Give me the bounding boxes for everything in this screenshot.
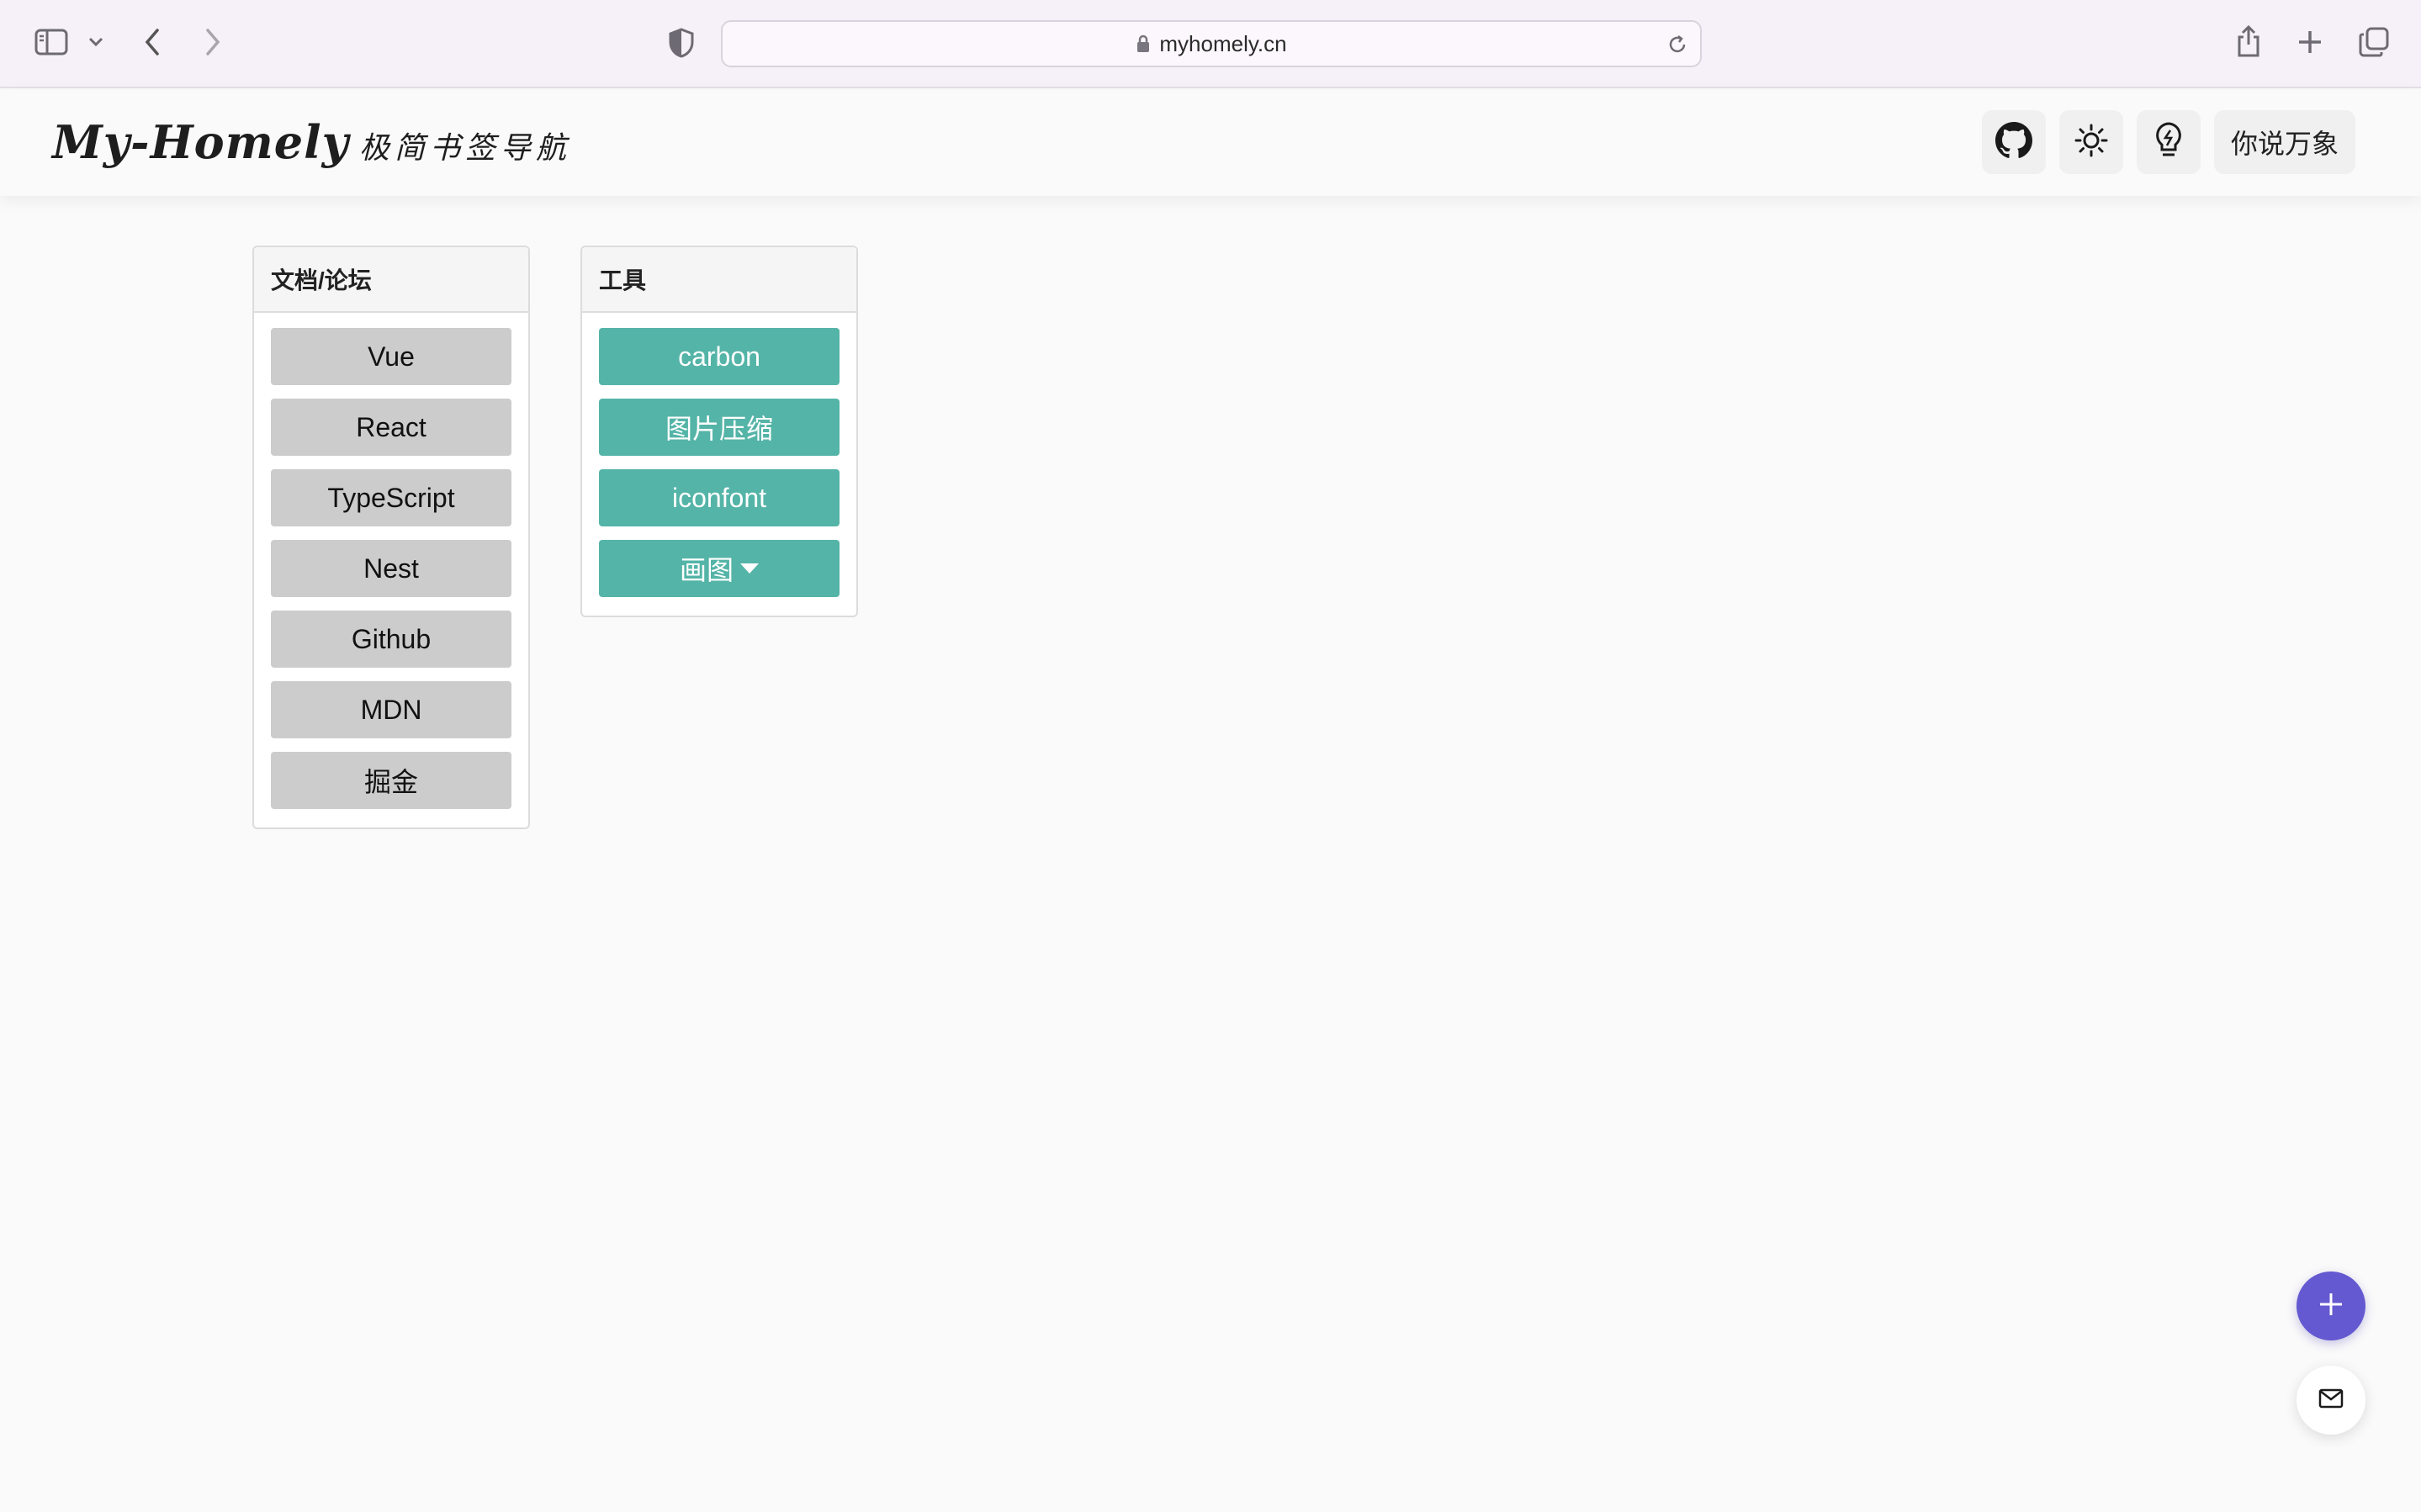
feedback-button[interactable] xyxy=(2297,1366,2365,1435)
share-icon[interactable] xyxy=(2233,22,2264,61)
logo-subtitle: 极简书签导航 xyxy=(359,131,572,166)
caret-down-icon xyxy=(740,563,759,574)
quote-label: 你说万象 xyxy=(2230,129,2339,159)
chevron-down-icon[interactable] xyxy=(86,32,106,52)
card-title: 工具 xyxy=(582,247,856,313)
link-button[interactable]: Vue xyxy=(271,328,511,385)
add-bookmark-button[interactable] xyxy=(2297,1271,2365,1340)
link-button[interactable]: TypeScript xyxy=(271,469,511,526)
plus-icon xyxy=(2317,1290,2345,1323)
quote-button[interactable]: 你说万象 xyxy=(2214,110,2355,174)
forward-icon[interactable] xyxy=(200,25,225,59)
mail-icon xyxy=(2318,1388,2344,1413)
card-tools: 工具 carbon 图片压缩 iconfont 画图 xyxy=(580,246,858,617)
link-button[interactable]: React xyxy=(271,399,511,456)
theme-toggle-button[interactable] xyxy=(2059,110,2123,174)
link-button[interactable]: iconfont xyxy=(599,469,840,526)
reload-icon[interactable] xyxy=(1666,34,1688,56)
link-button[interactable]: 图片压缩 xyxy=(599,399,840,456)
lightbulb-icon xyxy=(2152,120,2185,165)
back-icon[interactable] xyxy=(140,25,165,59)
link-button[interactable]: carbon xyxy=(599,328,840,385)
link-button[interactable]: Nest xyxy=(271,540,511,597)
dropdown-label: 画图 xyxy=(679,555,734,585)
sun-icon xyxy=(2073,122,2110,163)
tabs-overview-icon[interactable] xyxy=(2357,25,2391,59)
address-bar[interactable]: myhomely.cn xyxy=(721,20,1702,67)
dropdown-button[interactable]: 画图 xyxy=(599,540,840,597)
card-title: 文档/论坛 xyxy=(254,247,528,313)
logo-title: My-Homely xyxy=(52,115,349,169)
browser-toolbar: myhomely.cn xyxy=(0,0,2421,88)
sidebar-icon[interactable] xyxy=(32,25,71,59)
link-button[interactable]: 掘金 xyxy=(271,752,511,809)
link-button[interactable]: Github xyxy=(271,611,511,668)
new-tab-icon[interactable] xyxy=(2295,25,2325,59)
card-docs-forum: 文档/论坛 Vue React TypeScript Nest Github M… xyxy=(252,246,530,829)
github-button[interactable] xyxy=(1982,110,2046,174)
privacy-shield-icon[interactable] xyxy=(666,25,697,61)
link-button[interactable]: MDN xyxy=(271,681,511,738)
site-logo[interactable]: My-Homely 极简书签导航 xyxy=(52,115,571,169)
github-icon xyxy=(1995,121,2032,163)
site-header: My-Homely 极简书签导航 你说万象 xyxy=(0,90,2421,196)
url-text: myhomely.cn xyxy=(1159,30,1287,56)
lock-icon xyxy=(1136,34,1151,53)
idea-button[interactable] xyxy=(2137,110,2201,174)
